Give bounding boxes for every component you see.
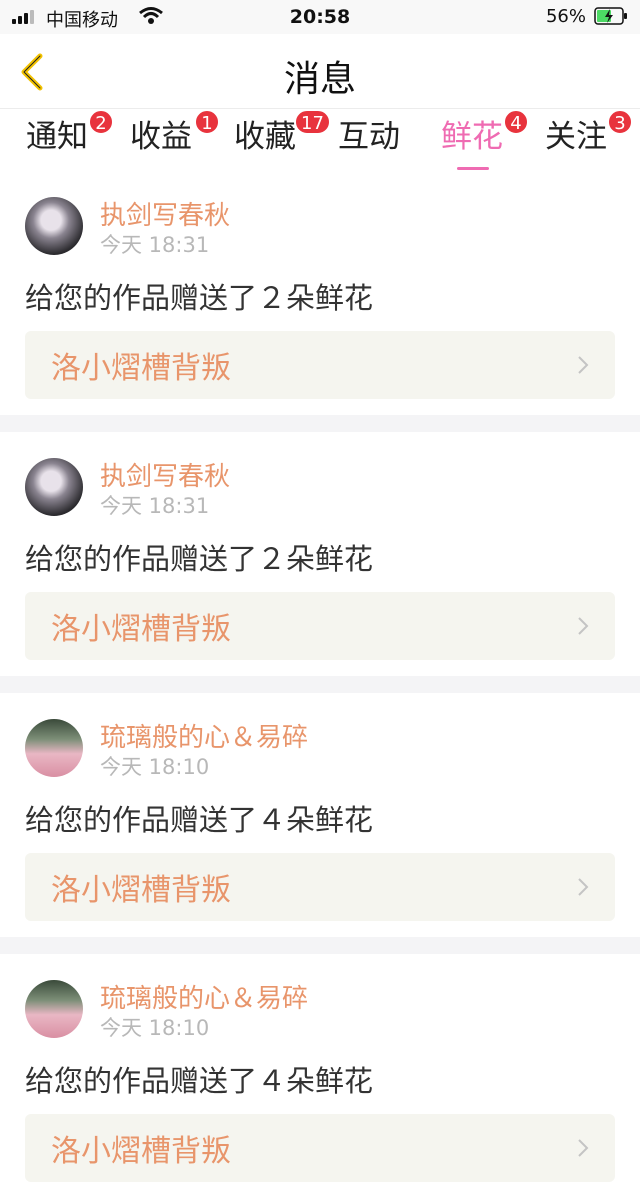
message-time: 今天 18:10 xyxy=(100,1016,210,1040)
sender-name[interactable]: 琉璃般的心＆易碎 xyxy=(100,717,308,754)
sender-name[interactable]: 执剑写春秋 xyxy=(100,195,230,232)
work-title: 洛小熠槽背叛 xyxy=(51,873,231,908)
message-time: 今天 18:10 xyxy=(100,755,210,779)
avatar[interactable] xyxy=(25,458,83,516)
unread-badge: 1 xyxy=(194,109,220,135)
message-card: 琉璃般的心＆易碎 今天 18:10 给您的作品赠送了４朵鲜花 洛小熠槽背叛 xyxy=(0,693,640,937)
tab-label: 互动 xyxy=(338,119,400,155)
work-link[interactable]: 洛小熠槽背叛 xyxy=(25,331,615,399)
tab-earnings[interactable]: 收益 1 xyxy=(130,109,220,167)
message-card: 执剑写春秋 今天 18:31 给您的作品赠送了２朵鲜花 洛小熠槽背叛 xyxy=(0,171,640,415)
message-text: 给您的作品赠送了４朵鲜花 xyxy=(25,803,374,837)
tab-flowers[interactable]: 鲜花 4 xyxy=(441,109,529,170)
unread-badge: 3 xyxy=(607,109,633,135)
sender-name[interactable]: 执剑写春秋 xyxy=(100,456,230,493)
tab-interactions[interactable]: 互动 xyxy=(338,117,400,167)
active-tab-indicator xyxy=(457,167,489,170)
message-text: 给您的作品赠送了２朵鲜花 xyxy=(25,542,374,576)
message-card: 执剑写春秋 今天 18:31 给您的作品赠送了２朵鲜花 洛小熠槽背叛 xyxy=(0,432,640,676)
avatar[interactable] xyxy=(25,719,83,777)
chevron-right-icon xyxy=(578,878,589,896)
unread-badge: 17 xyxy=(294,109,331,135)
unread-badge: 4 xyxy=(503,109,529,135)
message-card: 琉璃般的心＆易碎 今天 18:10 给您的作品赠送了４朵鲜花 洛小熠槽背叛 xyxy=(0,954,640,1198)
battery-percent: 56% xyxy=(545,6,586,27)
work-title: 洛小熠槽背叛 xyxy=(51,612,231,647)
avatar[interactable] xyxy=(25,980,83,1038)
battery-charging-icon xyxy=(594,7,627,25)
tab-notifications[interactable]: 通知 2 xyxy=(26,109,114,167)
message-time: 今天 18:31 xyxy=(100,494,210,518)
message-time: 今天 18:31 xyxy=(100,233,210,257)
page-title: 消息 xyxy=(283,59,356,100)
clock: 20:58 xyxy=(289,6,351,28)
tab-label: 收藏 xyxy=(234,119,296,155)
unread-badge: 2 xyxy=(88,109,114,135)
avatar[interactable] xyxy=(25,197,83,255)
chevron-right-icon xyxy=(578,1139,589,1157)
nav-header: 消息 xyxy=(0,34,640,109)
work-link[interactable]: 洛小熠槽背叛 xyxy=(25,592,615,660)
tab-label: 鲜花 xyxy=(441,119,503,155)
tab-favorites[interactable]: 收藏 17 xyxy=(234,109,331,167)
tab-follows[interactable]: 关注 3 xyxy=(545,109,633,167)
message-text: 给您的作品赠送了４朵鲜花 xyxy=(25,1064,374,1098)
tab-label: 关注 xyxy=(545,119,607,155)
work-link[interactable]: 洛小熠槽背叛 xyxy=(25,1114,615,1182)
work-title: 洛小熠槽背叛 xyxy=(51,1134,231,1169)
chevron-right-icon xyxy=(578,617,589,635)
tab-bar: 通知 2 收益 1 收藏 17 互动 鲜花 4 关注 3 xyxy=(0,109,640,171)
message-text: 给您的作品赠送了２朵鲜花 xyxy=(25,281,374,315)
work-title: 洛小熠槽背叛 xyxy=(51,351,231,386)
chevron-right-icon xyxy=(578,356,589,374)
status-bar: 中国移动 20:58 56% xyxy=(0,0,640,34)
tab-label: 收益 xyxy=(130,119,192,155)
sender-name[interactable]: 琉璃般的心＆易碎 xyxy=(100,978,308,1015)
work-link[interactable]: 洛小熠槽背叛 xyxy=(25,853,615,921)
tab-label: 通知 xyxy=(26,119,88,155)
